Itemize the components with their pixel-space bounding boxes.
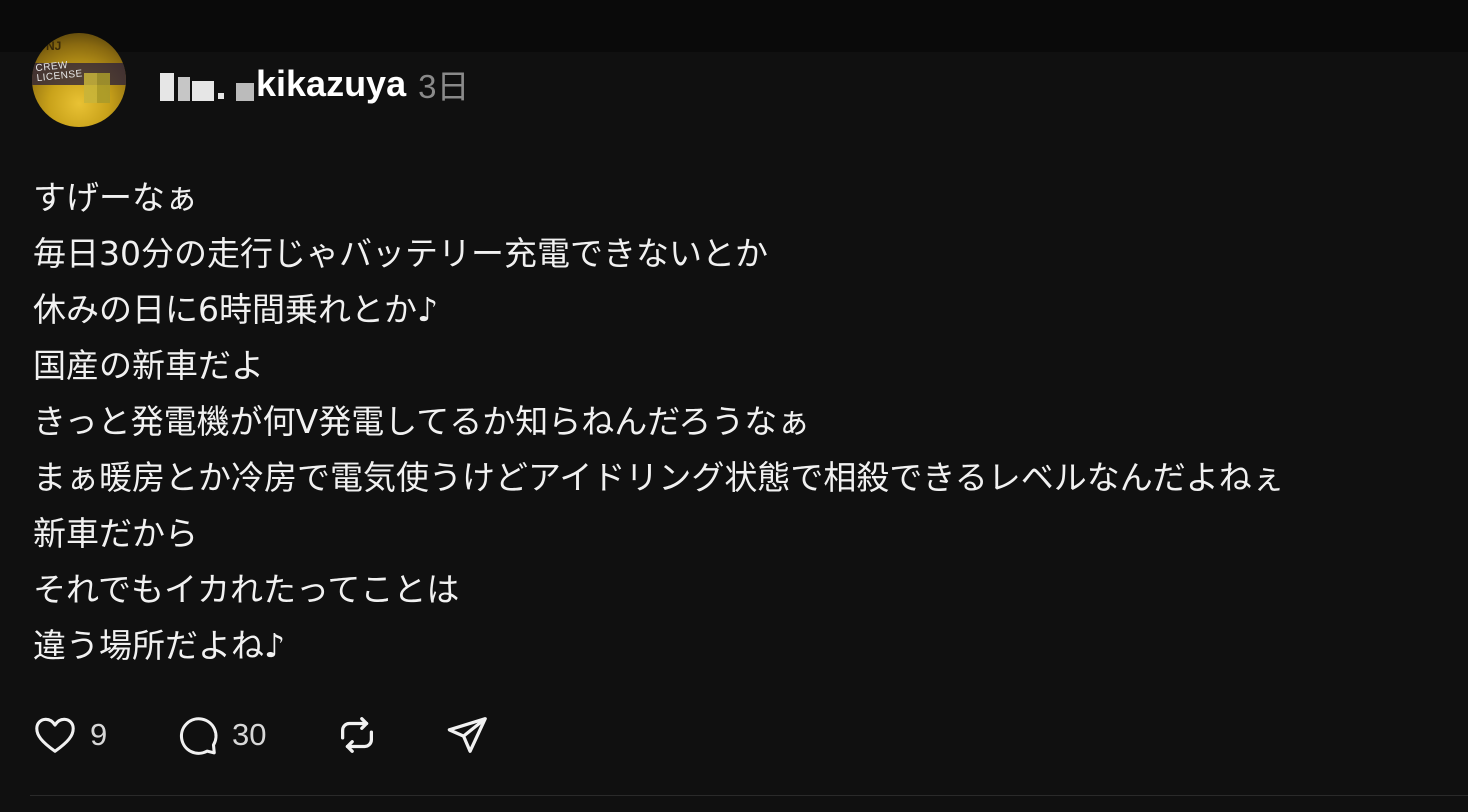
- heart-icon: [32, 712, 78, 758]
- post-body: すげーなぁ 毎日30分の走行じゃバッテリー充電できないとか 休みの日に6時間乗れ…: [33, 170, 1453, 674]
- post-line: 休みの日に6時間乗れとか♪: [33, 290, 439, 329]
- post-line: 新車だから: [33, 514, 198, 553]
- comment-icon: [174, 712, 220, 758]
- username-redaction: [158, 67, 256, 101]
- reply-count: 30: [232, 717, 267, 752]
- reply-button[interactable]: 30: [174, 708, 266, 762]
- username[interactable]: kikazuya: [256, 63, 406, 105]
- post-divider: [30, 795, 1468, 796]
- like-count: 9: [90, 717, 108, 752]
- share-button[interactable]: [444, 708, 490, 762]
- post-line: 毎日30分の走行じゃバッテリー充電できないとか: [33, 234, 768, 273]
- post-line: それでもイカれたってことは: [33, 570, 460, 609]
- like-button[interactable]: 9: [32, 708, 107, 762]
- post-actions: 9 30: [32, 708, 632, 762]
- avatar-top-letters: NJ: [46, 39, 62, 53]
- post-line: 国産の新車だよ: [33, 346, 264, 385]
- post-header: kikazuya 3日: [158, 62, 469, 106]
- post-line: 違う場所だよね♪: [33, 626, 286, 665]
- thread-post: NJ CREW LICENSE kikazuya 3日 すげーなぁ 毎日30分の…: [0, 0, 1468, 812]
- post-line: きっと発電機が何V発電してるか知らねんだろうなぁ: [33, 402, 811, 441]
- repost-icon: [334, 712, 380, 758]
- post-timestamp: 3日: [418, 68, 470, 105]
- repost-button[interactable]: [334, 708, 380, 762]
- post-line: すげーなぁ: [33, 178, 198, 217]
- avatar[interactable]: NJ CREW LICENSE: [32, 33, 126, 127]
- avatar-pixelation: [84, 73, 110, 103]
- send-icon: [444, 712, 490, 758]
- post-line: まぁ暖房とか冷房で電気使うけどアイドリング状態で相殺できるレベルなんだよねぇ: [33, 458, 1285, 497]
